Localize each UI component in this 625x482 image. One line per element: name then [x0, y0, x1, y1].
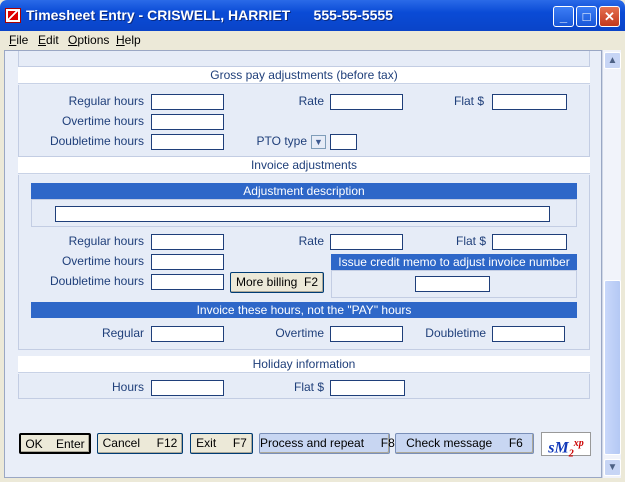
gross-doubletime-hours-input[interactable] — [151, 134, 224, 150]
gross-flat-label: Flat $ — [453, 94, 484, 108]
pto-type-input[interactable] — [330, 134, 357, 150]
gross-overtime-hours-label: Overtime hours — [61, 114, 144, 128]
menu-edit-mnemonic: E — [38, 33, 47, 47]
invoice-rate-input[interactable] — [330, 234, 403, 250]
adjustment-description-header: Adjustment description — [31, 183, 577, 199]
gross-overtime-hours-input[interactable] — [151, 114, 224, 130]
scroll-up-button[interactable]: ▲ — [604, 52, 621, 69]
invoice-overtime-hours-input[interactable] — [151, 254, 224, 270]
gross-pay-header: Gross pay adjustments (before tax) — [18, 67, 590, 84]
gross-regular-hours-label: Regular hours — [68, 94, 144, 108]
cancel-button[interactable]: Cancel F12 — [97, 433, 183, 454]
invoice-adjustments-header: Invoice adjustments — [18, 157, 590, 174]
menu-file[interactable]: File — [9, 33, 28, 47]
holiday-information-header: Holiday information — [18, 356, 590, 373]
pto-type-dropdown[interactable]: ▼ — [311, 135, 326, 149]
smxp-logo: sM2xp — [541, 432, 591, 460]
menu-help-mnemonic: H — [116, 33, 125, 47]
invoice-overtime-hours-label: Overtime hours — [61, 254, 144, 268]
invoice-doubletime-hours-input[interactable] — [151, 274, 224, 290]
menu-options-mnemonic: O — [68, 33, 78, 47]
app-icon[interactable] — [5, 8, 21, 23]
invoice-rate-label: Rate — [298, 234, 324, 248]
credit-memo-header: Issue credit memo to adjust invoice numb… — [331, 254, 577, 270]
invoice-doubletime-hours-label: Doubletime hours — [49, 274, 144, 288]
process-and-repeat-button[interactable]: Process and repeat F8 — [259, 433, 395, 454]
logo-text-c: xp — [573, 438, 584, 449]
gross-flat-input[interactable] — [492, 94, 567, 110]
menu-file-label: ile — [16, 33, 29, 47]
menu-help[interactable]: Help — [116, 33, 141, 47]
menu-edit[interactable]: Edit — [38, 33, 59, 47]
chevron-down-icon: ▼ — [607, 462, 618, 473]
gross-doubletime-hours-label: Doubletime hours — [49, 134, 144, 148]
invoice-doubletime-label: Doubletime — [425, 326, 486, 340]
scroll-down-button[interactable]: ▼ — [604, 459, 621, 476]
more-billing-button[interactable]: More billing F2 — [230, 272, 324, 293]
invoice-overtime-label: Overtime — [275, 326, 324, 340]
maximize-button[interactable]: □ — [576, 6, 597, 27]
gross-regular-hours-input[interactable] — [151, 94, 224, 110]
minimize-button[interactable]: _ — [553, 6, 574, 27]
menu-options[interactable]: Options — [68, 33, 109, 47]
vertical-scrollbar[interactable]: ▲ ▼ — [602, 50, 621, 478]
maximize-icon: □ — [582, 9, 591, 24]
chevron-up-icon: ▲ — [607, 55, 618, 66]
scroll-thumb[interactable] — [604, 280, 621, 455]
minimize-icon: _ — [559, 9, 568, 24]
menu-help-label: elp — [124, 33, 141, 47]
invoice-flat-input[interactable] — [492, 234, 567, 250]
close-icon: ✕ — [604, 9, 615, 24]
invoice-not-pay-header: Invoice these hours, not the "PAY" hours — [31, 302, 577, 318]
gross-rate-label: Rate — [298, 94, 324, 108]
holiday-flat-label: Flat $ — [293, 380, 324, 394]
invoice-regular-label: Regular — [101, 326, 144, 340]
holiday-flat-input[interactable] — [330, 380, 405, 396]
invoice-regular-input[interactable] — [151, 326, 224, 342]
check-message-button[interactable]: Check message F6 — [395, 433, 534, 454]
logo-text-a: sM — [548, 439, 569, 457]
invoice-doubletime-input[interactable] — [492, 326, 565, 342]
menu-edit-label: dit — [46, 33, 59, 47]
chevron-down-icon: ▼ — [314, 137, 323, 147]
holiday-hours-label: Hours — [111, 380, 144, 394]
gross-rate-input[interactable] — [330, 94, 403, 110]
menu-options-label: ptions — [77, 33, 110, 47]
credit-memo-invoice-input[interactable] — [415, 276, 490, 292]
pto-type-label: PTO type — [256, 134, 307, 148]
logo-text-b: 2 — [568, 448, 574, 460]
ok-button[interactable]: OK Enter — [19, 433, 91, 454]
window-title: Timesheet Entry - CRISWELL, HARRIET 555-… — [26, 7, 393, 23]
previous-section-remnant — [18, 51, 590, 67]
invoice-regular-hours-label: Regular hours — [68, 234, 144, 248]
invoice-flat-label: Flat $ — [455, 234, 486, 248]
holiday-hours-input[interactable] — [151, 380, 224, 396]
adjustment-description-input[interactable] — [55, 206, 550, 222]
invoice-regular-hours-input[interactable] — [151, 234, 224, 250]
exit-button[interactable]: Exit F7 — [190, 433, 253, 454]
close-button[interactable]: ✕ — [599, 6, 620, 27]
invoice-overtime-input[interactable] — [330, 326, 403, 342]
